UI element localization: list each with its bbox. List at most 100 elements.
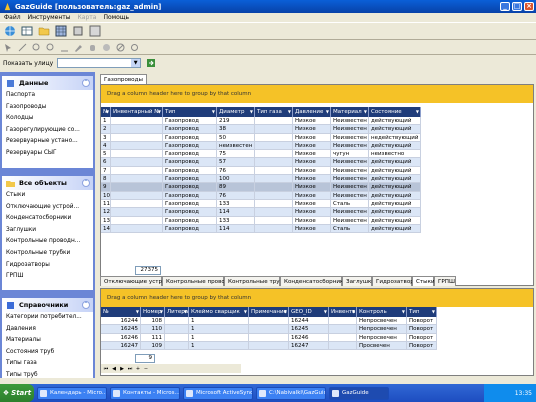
table-cell[interactable] xyxy=(255,224,293,234)
table-row[interactable]: 7 Газопровод 76 Низкое Неизвестен действующий xyxy=(101,166,421,176)
sidebar-group-header[interactable]: Данные ˄ xyxy=(2,76,93,90)
tab-bottom[interactable]: Заглушки xyxy=(342,276,375,286)
table-cell[interactable]: 16246 xyxy=(289,333,329,342)
menu-tools[interactable]: Инструменты xyxy=(28,14,71,21)
grid-icon[interactable] xyxy=(54,24,68,38)
table-row[interactable]: 12 Газопровод 114 Низкое Неизвестен действующ… xyxy=(101,208,421,217)
table-cell[interactable]: 16244 xyxy=(289,317,329,326)
table-cell[interactable]: Поворот xyxy=(407,341,437,351)
column-header[interactable]: Тип газа xyxy=(255,107,293,117)
tab-bottom[interactable]: Гидрозатворы xyxy=(372,276,418,286)
table-cell[interactable] xyxy=(255,191,293,200)
pointer-icon[interactable] xyxy=(3,42,14,53)
first-record-icon[interactable]: ⏮ xyxy=(103,366,109,372)
table-cell[interactable] xyxy=(249,341,289,351)
sidebar-item[interactable]: Колодцы xyxy=(2,113,93,125)
table-cell[interactable]: Низкое xyxy=(293,175,331,184)
table-cell[interactable] xyxy=(111,183,163,192)
table-cell[interactable]: неизвестен xyxy=(217,141,255,151)
table-cell[interactable]: 16247 xyxy=(101,341,141,351)
table-cell[interactable] xyxy=(111,224,163,234)
table-cell[interactable]: Неизвестен xyxy=(331,141,369,151)
table-cell[interactable]: 12 xyxy=(101,208,111,217)
table-cell[interactable]: Поворот xyxy=(407,333,437,342)
column-header[interactable]: Инвентарн xyxy=(329,307,357,317)
table-cell[interactable]: Газопровод xyxy=(163,133,217,142)
table-cell[interactable]: 2 xyxy=(101,125,111,134)
refresh-icon[interactable] xyxy=(129,42,140,53)
sidebar-item[interactable]: Категории потребител... xyxy=(2,312,93,324)
taskbar-item[interactable]: C:\Nabivalkl\GazGuide xyxy=(256,386,326,400)
sidebar-item[interactable]: Резервуары СЫГ xyxy=(2,148,93,160)
column-header[interactable]: Состояние xyxy=(369,107,421,117)
table-cell[interactable]: 1 xyxy=(189,317,249,326)
table-cell[interactable]: 1 xyxy=(189,333,249,342)
table-cell[interactable] xyxy=(329,333,357,342)
close-button[interactable]: × xyxy=(524,2,534,11)
table-cell[interactable]: Низкое xyxy=(293,117,331,126)
column-header[interactable]: Материал xyxy=(331,107,369,117)
menu-map[interactable]: Карта xyxy=(78,14,97,21)
table-icon[interactable] xyxy=(20,24,34,38)
sidebar-group-header[interactable]: Все объекты ˄ xyxy=(2,176,93,190)
sidebar-item[interactable]: Газорегулирующие со... xyxy=(2,125,93,137)
table-cell[interactable]: Неизвестен xyxy=(331,183,369,192)
table-row[interactable]: 5 Газопровод 75 Низкое чугун неизвестно xyxy=(101,150,421,159)
table-cell[interactable] xyxy=(111,125,163,134)
table-cell[interactable]: Газопровод xyxy=(163,224,217,234)
sidebar-item[interactable]: Давления xyxy=(2,324,93,336)
sidebar-item[interactable]: Контрольные трубки xyxy=(2,248,93,260)
add-icon[interactable]: + xyxy=(135,366,141,372)
table-cell[interactable]: действующий xyxy=(369,141,421,151)
table-cell[interactable]: Неизвестен xyxy=(331,191,369,200)
sidebar-item[interactable]: Отключающие устрой... xyxy=(2,202,93,214)
table-cell[interactable]: действующий xyxy=(369,183,421,192)
table-cell[interactable]: 1 xyxy=(189,341,249,351)
table-cell[interactable] xyxy=(165,341,189,351)
tab-bottom[interactable]: Конденсатосборники xyxy=(280,276,347,286)
table-cell[interactable]: 1 xyxy=(101,117,111,126)
table-cell[interactable]: 108 xyxy=(141,317,165,326)
window-icon[interactable] xyxy=(88,24,102,38)
table-row[interactable]: 3 Газопровод 50 Низкое Неизвестен недействующ… xyxy=(101,133,421,142)
sidebar-item[interactable]: Конденсатосборники xyxy=(2,213,93,225)
table-cell[interactable]: 16244 xyxy=(101,317,141,326)
table-cell[interactable]: действующий xyxy=(369,208,421,217)
table-cell[interactable]: Газопровод xyxy=(163,208,217,217)
table-cell[interactable] xyxy=(249,333,289,342)
table-cell[interactable]: Неизвестен xyxy=(331,216,369,225)
sidebar-item[interactable]: Газопроводы xyxy=(2,102,93,114)
sidebar-item[interactable]: Стыки xyxy=(2,190,93,202)
table-cell[interactable]: 6 xyxy=(101,158,111,167)
table-cell[interactable]: действующий xyxy=(369,175,421,184)
maximize-button[interactable]: □ xyxy=(512,2,522,11)
table-cell[interactable] xyxy=(255,141,293,151)
column-header[interactable]: Клеймо сварщик xyxy=(189,307,249,317)
table-cell[interactable]: Газопровод xyxy=(163,158,217,167)
table-cell[interactable]: 16245 xyxy=(289,325,329,334)
collapse-icon[interactable]: ˄ xyxy=(82,79,90,87)
go-icon[interactable] xyxy=(145,58,156,69)
table-cell[interactable] xyxy=(249,325,289,334)
table-cell[interactable]: 4 xyxy=(101,141,111,151)
table-row[interactable]: 16244 108 1 16244 Непросвечен Поворот xyxy=(101,317,437,326)
forbidden-icon[interactable] xyxy=(115,42,126,53)
column-header[interactable]: Давление xyxy=(293,107,331,117)
column-header[interactable]: Тип xyxy=(163,107,217,117)
table-cell[interactable]: 133 xyxy=(217,199,255,209)
sidebar-item[interactable]: Заглушки xyxy=(2,225,93,237)
table-cell[interactable]: действующий xyxy=(369,166,421,176)
table-cell[interactable] xyxy=(111,141,163,151)
taskbar-item[interactable]: Контакты - Micros... xyxy=(110,386,180,400)
column-header[interactable]: № xyxy=(101,307,141,317)
sidebar-item[interactable]: Контрольные проводн... xyxy=(2,236,93,248)
table-cell[interactable] xyxy=(255,158,293,167)
table-cell[interactable]: 133 xyxy=(217,216,255,225)
zoom-in-icon[interactable] xyxy=(31,42,42,53)
column-header[interactable]: № xyxy=(101,107,111,117)
table-cell[interactable] xyxy=(165,317,189,326)
table-cell[interactable] xyxy=(255,199,293,209)
table-cell[interactable]: Неизвестен xyxy=(331,125,369,134)
table-cell[interactable]: 89 xyxy=(217,183,255,192)
table-cell[interactable]: 76 xyxy=(217,166,255,176)
